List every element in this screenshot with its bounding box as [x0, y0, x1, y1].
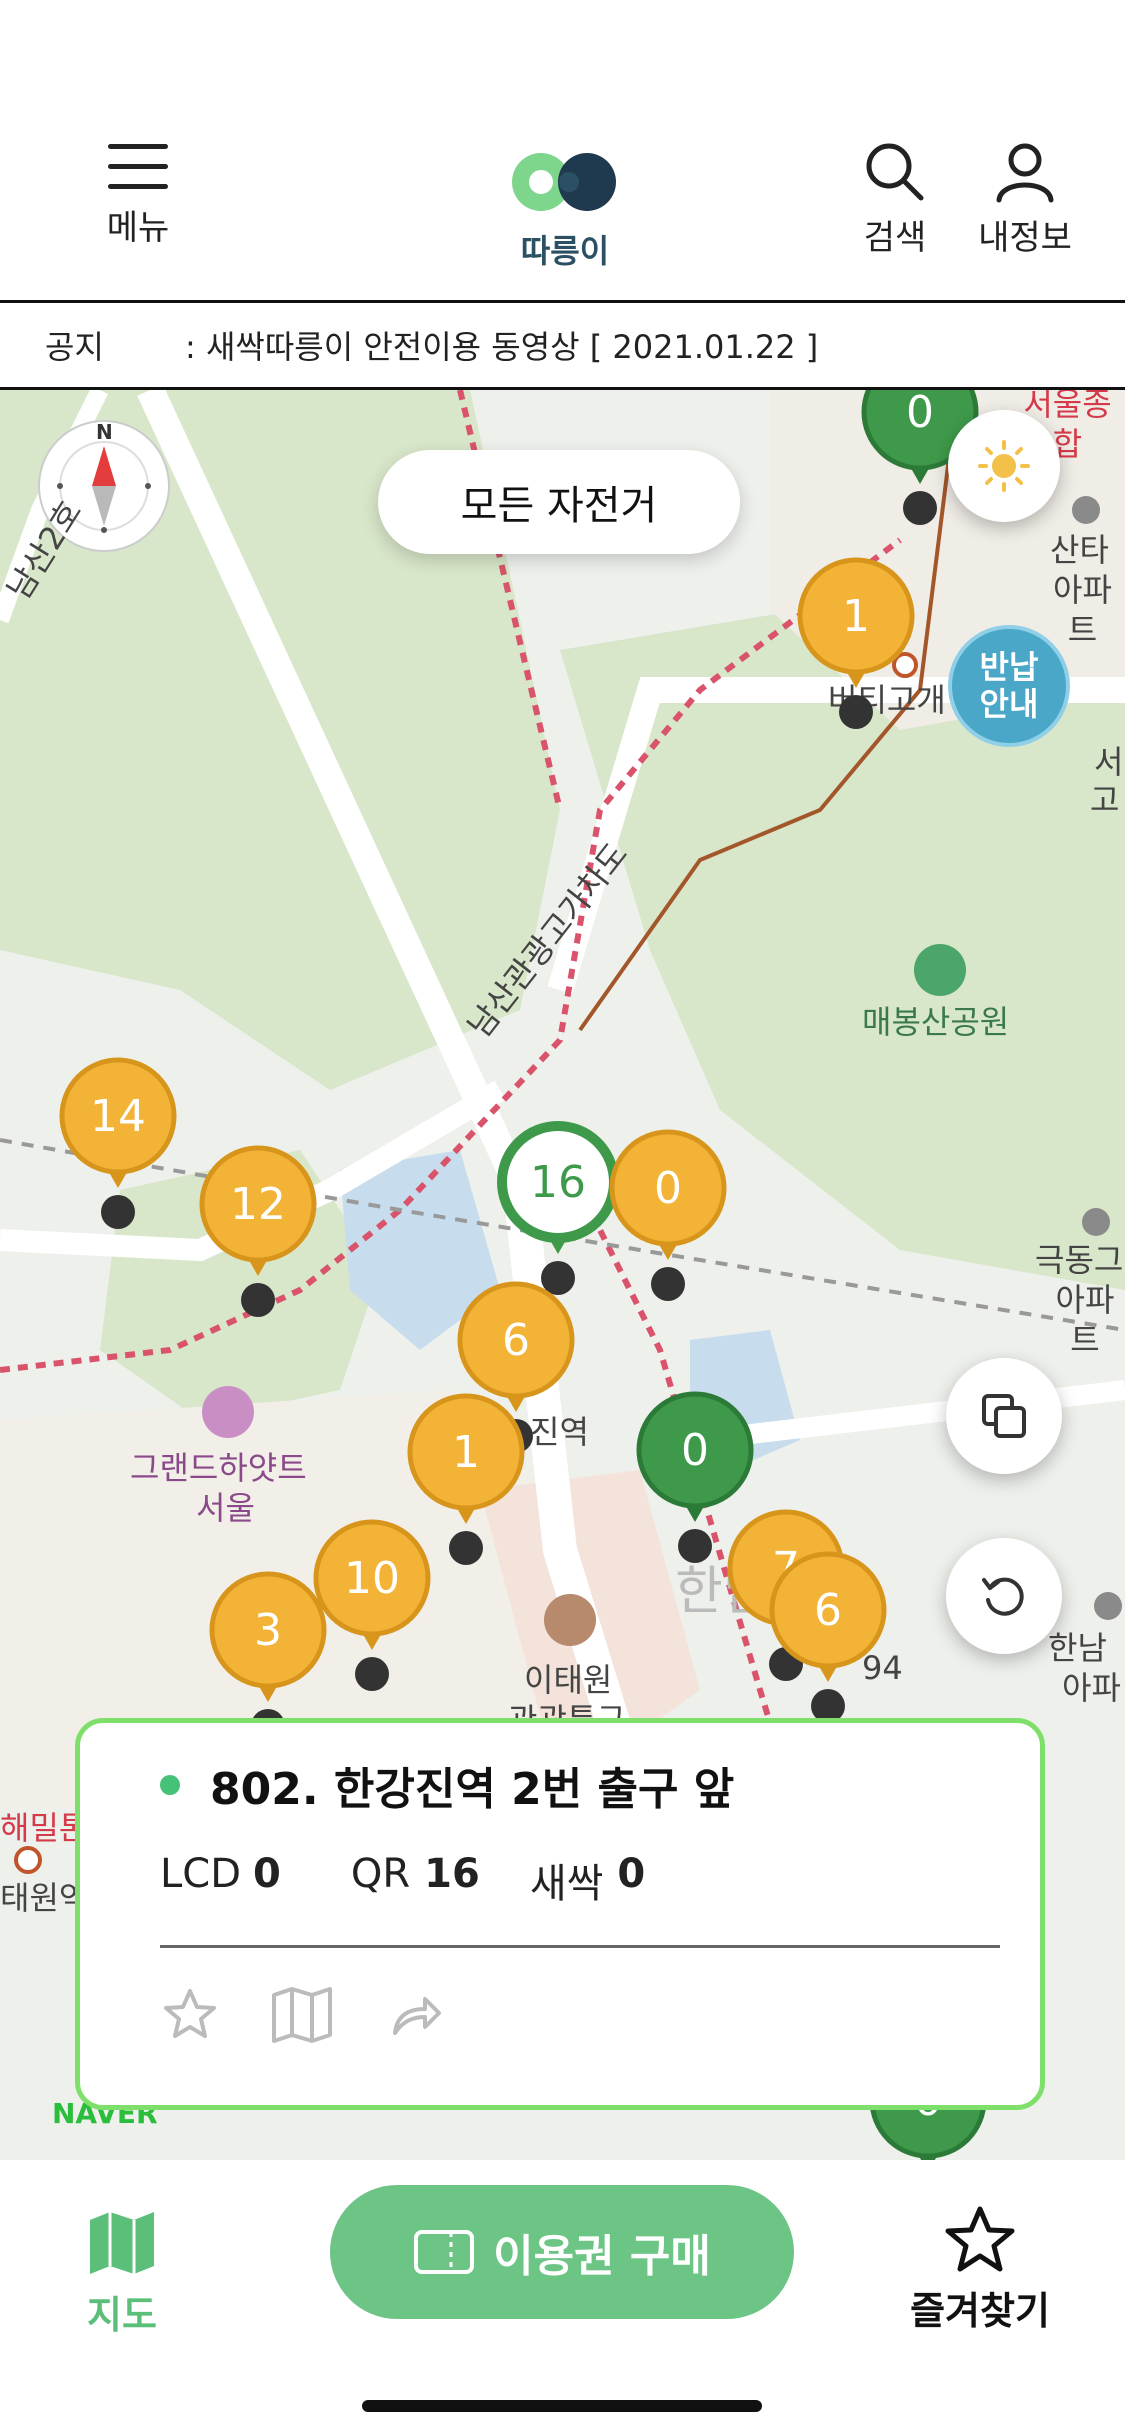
sprout-value: 0 [617, 1851, 646, 1897]
sun-icon [978, 440, 1030, 492]
search-button[interactable]: 검색 [845, 140, 945, 259]
layers-icon [982, 1394, 1026, 1438]
ticket-icon [414, 2230, 475, 2274]
return-guide-button[interactable]: 반납 안내 [948, 625, 1070, 747]
sprout-label: 새싹 [529, 1861, 604, 1907]
logo-mark [512, 153, 616, 211]
layers-button[interactable] [946, 1358, 1062, 1474]
bike-icon [355, 1657, 389, 1691]
bike-icon [449, 1531, 483, 1565]
my-info-button[interactable]: 내정보 [965, 140, 1085, 259]
bike-icon [101, 1195, 135, 1229]
refresh-button[interactable] [946, 1538, 1062, 1654]
brightness-button[interactable] [948, 410, 1060, 522]
bottom-navigation: 지도 이용권 구매 즐겨찾기 [0, 2160, 1125, 2436]
my-info-label: 내정보 [978, 218, 1072, 258]
station-pin[interactable]: 14 [59, 1057, 177, 1229]
lcd-label: LCD [160, 1851, 242, 1897]
star-icon [945, 2206, 1015, 2272]
station-pin[interactable]: 1 [797, 557, 915, 729]
notice-text: : 새싹따릉이 안전이용 동영상 [ 2021.01.22 ] [185, 328, 819, 366]
station-title: 802. 한강진역 2번 출구 앞 [210, 1764, 735, 1815]
return-guide-label-1: 반납 [979, 648, 1039, 687]
menu-label: 메뉴 [106, 208, 170, 248]
pin-count: 6 [814, 1585, 842, 1636]
map-icon [90, 2212, 154, 2274]
station-pin[interactable]: 10 [313, 1519, 431, 1691]
pin-count: 1 [842, 591, 870, 642]
home-indicator [362, 2400, 762, 2412]
map-outline-icon [272, 1987, 332, 2043]
pin-count: 16 [530, 1157, 586, 1208]
person-icon [996, 143, 1054, 203]
bike-icon [839, 695, 873, 729]
favorite-star-button[interactable] [160, 1985, 220, 2045]
share-button[interactable] [385, 1985, 445, 2045]
notice-label: 공지 [45, 328, 104, 366]
pin-count: 12 [230, 1179, 286, 1230]
qr-label: QR [350, 1851, 411, 1897]
status-dot [160, 1775, 180, 1795]
tab-map-label: 지도 [87, 2293, 157, 2337]
pin-count: 1 [452, 1427, 480, 1478]
hamburger-icon [108, 144, 168, 189]
station-pin[interactable]: 16 [497, 1121, 619, 1295]
pin-count: 14 [90, 1091, 146, 1142]
qr-value: 16 [424, 1851, 480, 1897]
pin-count: 0 [654, 1163, 682, 1214]
lcd-value: 0 [253, 1851, 281, 1897]
buy-pass-button[interactable]: 이용권 구매 [330, 2185, 794, 2319]
notice-bar[interactable]: 공지 : 새싹따릉이 안전이용 동영상 [ 2021.01.22 ] [0, 303, 1125, 390]
bike-icon [678, 1529, 712, 1563]
search-icon [866, 143, 924, 201]
share-arrow-icon [393, 1997, 441, 2035]
tab-map[interactable]: 지도 [62, 2210, 182, 2339]
map-view-button[interactable] [270, 1985, 334, 2045]
tab-favorites-label: 즐겨찾기 [910, 2289, 1050, 2333]
refresh-icon [982, 1577, 1024, 1616]
pin-count: 6 [502, 1315, 530, 1366]
station-pin[interactable]: 0 [609, 1129, 727, 1301]
return-guide-label-2: 안내 [979, 685, 1039, 723]
tab-favorites[interactable]: 즐겨찾기 [900, 2204, 1060, 2335]
station-pin[interactable]: 12 [199, 1145, 317, 1317]
divider [160, 1945, 1000, 1948]
search-label: 검색 [863, 218, 927, 258]
station-info-card[interactable]: 802. 한강진역 2번 출구 앞 LCD 0 QR 16 새싹 0 [75, 1718, 1045, 2110]
pin-count: 10 [344, 1553, 400, 1604]
station-counts: LCD 0 QR 16 새싹 0 [160, 1851, 645, 1909]
station-pin[interactable]: 6 [769, 1551, 887, 1723]
pin-count: 0 [681, 1425, 709, 1476]
pin-count: 3 [254, 1605, 282, 1656]
pin-count: 0 [906, 390, 934, 438]
app-logo: 따릉이 [505, 148, 625, 272]
bike-icon [903, 491, 937, 525]
station-pin[interactable]: 1 [407, 1393, 525, 1565]
star-outline-icon [164, 1989, 216, 2038]
bike-icon [241, 1283, 275, 1317]
menu-button[interactable]: 메뉴 [78, 140, 198, 249]
bike-icon [651, 1267, 685, 1301]
buy-pass-label: 이용권 구매 [493, 2231, 711, 2282]
station-pin[interactable]: 0 [636, 1391, 754, 1563]
logo-text: 따릉이 [520, 232, 610, 270]
app-header: 메뉴 따릉이 검색 내정보 [0, 0, 1125, 303]
